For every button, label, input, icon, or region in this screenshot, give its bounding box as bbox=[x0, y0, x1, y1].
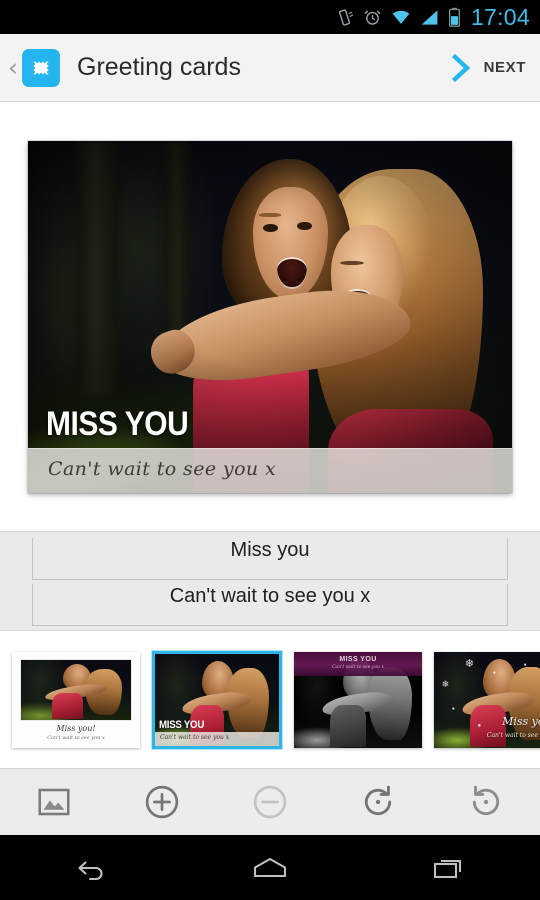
zoom-out-button[interactable] bbox=[216, 769, 324, 835]
rotate-left-button[interactable] bbox=[432, 769, 540, 835]
snowflake-icon: ● bbox=[523, 662, 527, 669]
alarm-icon bbox=[364, 10, 381, 25]
card-caption: Can't wait to see you x bbox=[48, 458, 277, 480]
nav-back-button[interactable] bbox=[0, 853, 180, 883]
nav-recents-button[interactable] bbox=[360, 853, 540, 883]
text-fields-section: Miss you Can't wait to see you x bbox=[0, 531, 540, 631]
card-preview-area: MISS YOU Can't wait to see you x bbox=[0, 103, 540, 531]
gallery-button[interactable] bbox=[0, 769, 108, 835]
thumb-caption: Can't wait to see you x bbox=[160, 733, 230, 741]
template-thumb-purple-banner[interactable]: MISS YOU Can't wait to see you x bbox=[294, 651, 422, 748]
message-input[interactable]: Can't wait to see you x bbox=[32, 584, 508, 626]
back-icon bbox=[78, 860, 103, 880]
stamp-glyph bbox=[32, 59, 50, 76]
thumb-headline: MISS YOU bbox=[159, 718, 205, 731]
snowflake-icon: ❄ bbox=[464, 658, 474, 671]
rotate-left-icon bbox=[472, 785, 500, 816]
thumb-shirt bbox=[51, 693, 83, 720]
template-thumb-winter-snowflakes[interactable]: ❄ ❄ ● ● ● ● ● Miss you! Can't wait to se… bbox=[434, 651, 540, 748]
thumb-photo-inset: ❄ ❄ ● ● ● ● ● Miss you! Can't wait to se… bbox=[434, 651, 540, 748]
thumb-photo-inset: MISS YOU Can't wait to see you x bbox=[294, 651, 422, 748]
minus-circle-icon bbox=[253, 785, 287, 819]
snowflake-icon: ● bbox=[451, 706, 455, 713]
headline-input-value: Miss you bbox=[230, 539, 310, 561]
thumb-caption: Can't wait to see you x bbox=[486, 731, 540, 739]
snowflake-icon: ● bbox=[477, 722, 482, 729]
headline-input[interactable]: Miss you bbox=[32, 538, 508, 580]
battery-icon bbox=[448, 7, 460, 27]
thumb-shirt bbox=[329, 705, 366, 748]
thumb-caption: Can't wait to see you x bbox=[47, 734, 105, 741]
card-headline: MISS YOU bbox=[46, 405, 189, 443]
thumb-shirt bbox=[469, 705, 506, 748]
cellular-signal-icon bbox=[421, 9, 438, 25]
action-bar: ‹ Greeting cards NEXT bbox=[0, 34, 540, 102]
page-title: Greeting cards bbox=[77, 53, 241, 81]
thumb-headline: MISS YOU bbox=[339, 655, 377, 663]
template-thumbnail-strip[interactable]: Miss you! Can't wait to see you x MISS Y… bbox=[0, 631, 540, 768]
template-thumb-classic-strip[interactable]: MISS YOU Can't wait to see you x bbox=[152, 650, 282, 749]
picture-icon bbox=[38, 788, 70, 816]
thumb-photo-inset bbox=[21, 659, 131, 720]
chevron-right-icon bbox=[451, 53, 470, 82]
nav-home-button[interactable] bbox=[180, 853, 360, 883]
next-label: NEXT bbox=[483, 59, 526, 76]
thumb-caption-strip: Can't wait to see you x bbox=[155, 731, 279, 746]
postage-stamp-icon[interactable] bbox=[22, 48, 60, 87]
rotate-right-icon bbox=[364, 785, 392, 816]
vibrate-icon bbox=[338, 8, 353, 26]
recents-icon bbox=[433, 859, 462, 878]
home-icon bbox=[253, 857, 287, 877]
zoom-in-button[interactable] bbox=[108, 769, 216, 835]
thumb-caption: Can't wait to see you x bbox=[332, 664, 384, 670]
thumb-headline: Miss you! bbox=[56, 723, 96, 733]
phone-screen: 17:04 ‹ Greeting cards NEXT MISS YOU Can… bbox=[0, 0, 540, 900]
edit-toolbar bbox=[0, 768, 540, 835]
snowflake-icon: ● bbox=[492, 669, 496, 676]
next-button[interactable]: NEXT bbox=[448, 53, 540, 83]
status-bar: 17:04 bbox=[0, 0, 540, 34]
thumb-headline: Miss you! bbox=[502, 714, 540, 728]
status-time: 17:04 bbox=[470, 3, 530, 30]
up-back-button[interactable]: ‹ bbox=[0, 55, 22, 80]
snowflake-icon: ❄ bbox=[441, 679, 450, 690]
status-icons bbox=[335, 7, 461, 27]
plus-circle-icon bbox=[145, 785, 179, 819]
thumb-banner: MISS YOU Can't wait to see you x bbox=[294, 651, 422, 676]
card-caption-strip: Can't wait to see you x bbox=[28, 448, 512, 493]
wifi-icon bbox=[392, 10, 410, 24]
thumb-photo-inset: MISS YOU Can't wait to see you x bbox=[155, 653, 279, 746]
template-thumb-white-polaroid[interactable]: Miss you! Can't wait to see you x bbox=[12, 651, 140, 748]
rotate-right-button[interactable] bbox=[324, 769, 432, 835]
message-input-value: Can't wait to see you x bbox=[169, 585, 371, 607]
greeting-card-preview[interactable]: MISS YOU Can't wait to see you x bbox=[28, 141, 512, 493]
android-nav-bar bbox=[0, 835, 540, 900]
